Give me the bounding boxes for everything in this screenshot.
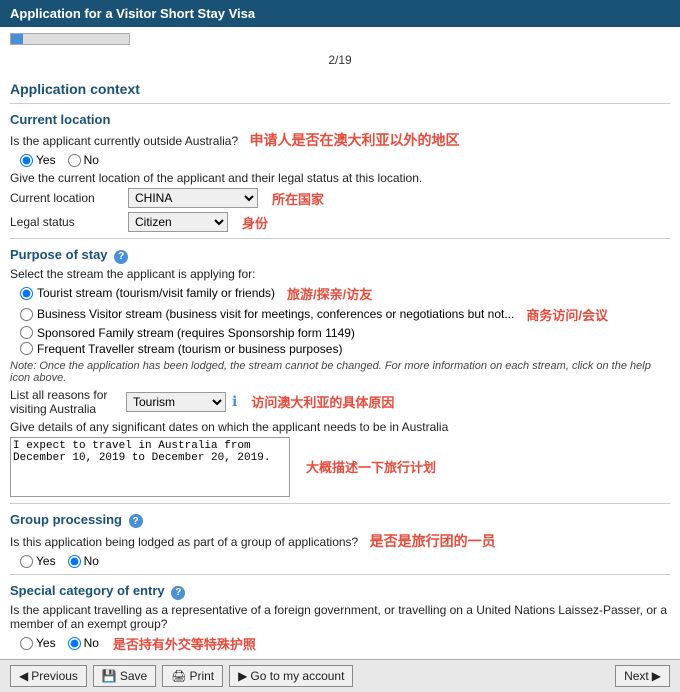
- app-title: Application for a Visitor Short Stay Vis…: [10, 6, 255, 21]
- status-field-row: Legal status Citizen 身份: [10, 212, 670, 232]
- annotation-reason: 访问澳大利亚的具体原因: [251, 392, 394, 411]
- stream-note: Note: Once the application has been lodg…: [10, 360, 670, 384]
- goto-icon: ▶: [238, 669, 247, 683]
- subsection-group-processing: Group processing ?: [10, 512, 670, 529]
- group-no-radio[interactable]: [68, 555, 81, 568]
- bottom-toolbar: ◀ Previous 💾 Save 🖨 Print ▶ Go to my acc…: [0, 659, 680, 692]
- reason-field-label: List all reasons for visiting Australia: [10, 388, 120, 416]
- special-radio-group: Yes No: [20, 636, 99, 650]
- stream-option-tourist: Tourist stream (tourism/visit family or …: [20, 284, 670, 303]
- save-button[interactable]: 💾 Save: [93, 665, 156, 687]
- stream-tourist-label: Tourist stream (tourism/visit family or …: [37, 286, 275, 300]
- print-icon: 🖨: [171, 669, 186, 683]
- group-radio-group: Yes No: [20, 554, 670, 568]
- save-label: Save: [120, 669, 147, 683]
- previous-icon: ◀: [19, 669, 28, 683]
- stream-question: Select the stream the applicant is apply…: [10, 267, 670, 281]
- reason-select[interactable]: Tourism: [126, 392, 226, 412]
- dates-field-row: I expect to travel in Australia from Dec…: [10, 437, 670, 497]
- purpose-help-icon[interactable]: ?: [114, 250, 128, 264]
- outside-australia-no-radio[interactable]: [68, 154, 81, 167]
- stream-business-label: Business Visitor stream (business visit …: [37, 307, 514, 321]
- progress-bar-inner: [11, 34, 23, 44]
- stream-option-sponsored: Sponsored Family stream (requires Sponso…: [20, 326, 670, 340]
- dates-question: Give details of any significant dates on…: [10, 420, 670, 434]
- group-no-label[interactable]: No: [68, 554, 99, 568]
- annotation-outside-australia: 申请人是否在澳大利亚以外的地区: [249, 132, 459, 148]
- annotation-business: 商务访问/会议: [526, 305, 608, 324]
- stream-options: Tourist stream (tourism/visit family or …: [20, 284, 670, 356]
- special-yes-label[interactable]: Yes: [20, 636, 56, 650]
- stream-business-radio[interactable]: [20, 308, 33, 321]
- dates-textarea[interactable]: I expect to travel in Australia from Dec…: [10, 437, 290, 497]
- stream-option-business: Business Visitor stream (business visit …: [20, 305, 670, 324]
- special-question: Is the applicant travelling as a represe…: [10, 603, 670, 631]
- stream-frequent-label: Frequent Traveller stream (tourism or bu…: [37, 342, 342, 356]
- section-application-context: Application context: [10, 81, 670, 97]
- save-icon: 💾: [102, 669, 117, 683]
- reason-field-row: List all reasons for visiting Australia …: [10, 388, 670, 416]
- stream-sponsored-radio[interactable]: [20, 326, 33, 339]
- next-button[interactable]: Next ▶: [615, 665, 670, 687]
- stream-frequent-radio[interactable]: [20, 342, 33, 355]
- location-select[interactable]: CHINA: [128, 188, 258, 208]
- special-radio-annotation-row: Yes No 是否持有外交等特殊护照: [10, 634, 670, 653]
- location-field-row: Current location CHINA 所在国家: [10, 188, 670, 208]
- stream-option-frequent: Frequent Traveller stream (tourism or bu…: [20, 342, 670, 356]
- special-no-radio[interactable]: [68, 637, 81, 650]
- annotation-status: 身份: [242, 213, 268, 232]
- main-content: Application context Current location Is …: [0, 73, 680, 653]
- subsection-special-category: Special category of entry ?: [10, 583, 670, 600]
- annotation-location: 所在国家: [272, 189, 324, 208]
- outside-australia-radio-group: Yes No: [20, 153, 670, 167]
- page-indicator: 2/19: [0, 51, 680, 73]
- group-help-icon[interactable]: ?: [129, 514, 143, 528]
- annotation-group: 是否是旅行团的一员: [370, 533, 496, 549]
- special-help-icon[interactable]: ?: [171, 586, 185, 600]
- status-field-label: Legal status: [10, 215, 120, 229]
- subsection-purpose-of-stay: Purpose of stay ?: [10, 247, 670, 264]
- progress-bar-outer: [10, 33, 130, 45]
- previous-label: Previous: [31, 669, 78, 683]
- print-label: Print: [189, 669, 214, 683]
- print-button[interactable]: 🖨 Print: [162, 665, 223, 687]
- annotation-special: 是否持有外交等特殊护照: [113, 634, 256, 653]
- group-yes-radio[interactable]: [20, 555, 33, 568]
- goto-label: Go to my account: [250, 669, 344, 683]
- current-location-question2: Give the current location of the applica…: [10, 171, 670, 185]
- stream-sponsored-label: Sponsored Family stream (requires Sponso…: [37, 326, 355, 340]
- special-yes-radio[interactable]: [20, 637, 33, 650]
- stream-tourist-radio[interactable]: [20, 287, 33, 300]
- current-location-question1: Is the applicant currently outside Austr…: [10, 130, 670, 150]
- title-bar: Application for a Visitor Short Stay Vis…: [0, 0, 680, 27]
- status-select[interactable]: Citizen: [128, 212, 228, 232]
- next-icon: ▶: [652, 669, 661, 683]
- reason-info-icon[interactable]: ℹ: [232, 393, 237, 410]
- group-yes-label[interactable]: Yes: [20, 554, 56, 568]
- next-label: Next: [624, 669, 649, 683]
- outside-australia-yes-radio[interactable]: [20, 154, 33, 167]
- goto-account-button[interactable]: ▶ Go to my account: [229, 665, 353, 687]
- previous-button[interactable]: ◀ Previous: [10, 665, 87, 687]
- group-question: Is this application being lodged as part…: [10, 531, 670, 551]
- outside-australia-yes-label[interactable]: Yes: [20, 153, 56, 167]
- annotation-dates: 大概描述一下旅行计划: [306, 457, 436, 476]
- location-field-label: Current location: [10, 191, 120, 205]
- progress-container: [0, 27, 680, 51]
- subsection-current-location: Current location: [10, 112, 670, 127]
- special-no-label[interactable]: No: [68, 636, 99, 650]
- outside-australia-no-label[interactable]: No: [68, 153, 99, 167]
- annotation-tourist: 旅游/探亲/访友: [287, 284, 372, 303]
